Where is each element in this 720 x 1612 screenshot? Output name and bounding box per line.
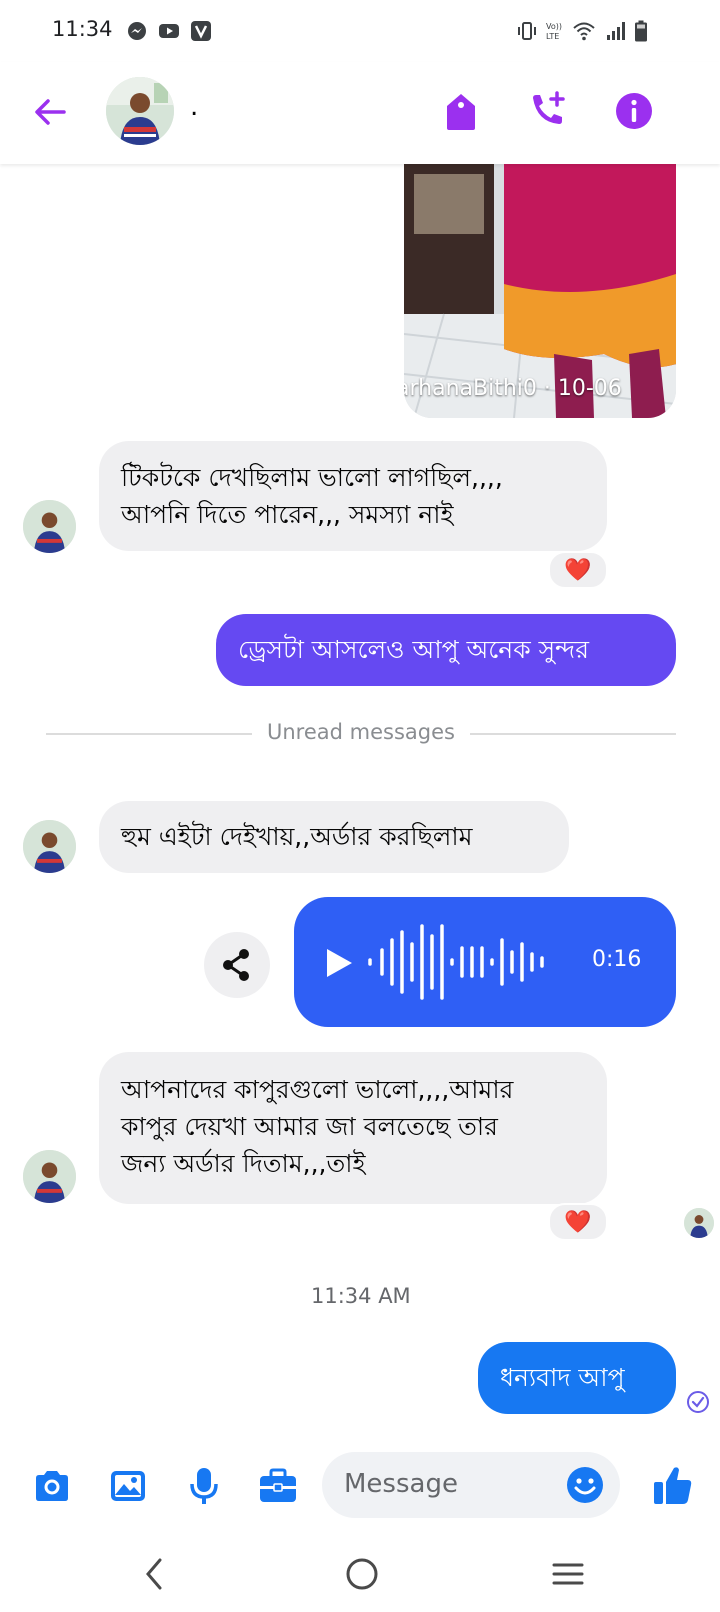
message-text: হুম এইটা দেইখায়,,অর্ডার করছিলাম: [121, 822, 473, 851]
video-watermark: arhanaBithi0 · 10-06: [404, 376, 622, 401]
sender-photo: [23, 820, 76, 873]
seen-avatar: [684, 1208, 714, 1238]
message-text-line: আপনি দিতে পারেন,,, সমস্যা নাই: [121, 500, 454, 529]
heart-reaction[interactable]: ❤️: [548, 1203, 608, 1241]
nav-recents-icon[interactable]: [550, 1556, 586, 1592]
seen-photo: [684, 1208, 714, 1238]
add-call-icon[interactable]: [527, 90, 569, 132]
sender-avatar[interactable]: [23, 820, 76, 873]
battery-icon: [635, 20, 647, 42]
youtube-notification-icon: [159, 24, 179, 38]
message-bubble-outgoing[interactable]: ড্রেসটা আসলেও আপু অনেক সুন্দর: [216, 614, 676, 686]
message-input[interactable]: Message: [322, 1452, 620, 1518]
nav-back-icon[interactable]: [140, 1556, 170, 1592]
divider-line: [470, 733, 676, 735]
sender-avatar[interactable]: [23, 1150, 76, 1203]
contact-name[interactable]: .: [190, 92, 198, 122]
volte-icon: Vo)) LTE: [546, 22, 562, 41]
svg-text:Vo)): Vo)): [546, 22, 562, 31]
contact-photo: [106, 77, 174, 145]
emoji-icon[interactable]: [566, 1466, 604, 1504]
voice-duration: 0:16: [592, 947, 642, 972]
heart-icon: ❤️: [564, 557, 592, 583]
message-text-line: টিকটকে দেখছিলাম ভালো লাগছিল,,,,: [121, 463, 503, 492]
waveform: [368, 924, 544, 1000]
play-icon[interactable]: [324, 947, 354, 979]
svg-text:LTE: LTE: [546, 32, 559, 41]
message-timestamp: 11:34 AM: [311, 1284, 411, 1308]
message-bubble-incoming[interactable]: টিকটকে দেখছিলাম ভালো লাগছিল,,,, আপনি দিত…: [99, 441, 607, 551]
messenger-notification-icon: [128, 22, 146, 40]
gallery-icon[interactable]: [108, 1466, 148, 1506]
wifi-icon: [573, 22, 595, 41]
message-text: ধন্যবাদ আপু: [500, 1363, 625, 1392]
status-time: 11:34: [52, 17, 113, 41]
conversation-header: .: [0, 62, 720, 164]
message-text-line: কাপুর দেয়খা আমার জা বলতেছে তার: [121, 1112, 498, 1141]
camera-icon[interactable]: [32, 1466, 72, 1506]
heart-reaction[interactable]: ❤️: [548, 551, 608, 589]
share-icon: [223, 949, 249, 981]
status-bar: 11:34 Vo)) LTE: [0, 0, 720, 62]
shared-video-thumbnail[interactable]: arhanaBithi0 · 10-06: [404, 164, 676, 418]
sent-check-icon: [687, 1391, 709, 1413]
message-text-line: জন্য অর্ডার দিতাম,,,তাই: [121, 1149, 366, 1178]
message-text: ড্রেসটা আসলেও আপু অনেক সুন্দর: [238, 635, 589, 664]
nav-home-icon[interactable]: [344, 1556, 380, 1592]
heart-icon: ❤️: [564, 1209, 592, 1235]
like-thumb-icon[interactable]: [652, 1464, 694, 1506]
divider-line: [46, 733, 252, 735]
voice-message-bubble[interactable]: 0:16: [294, 897, 676, 1027]
viber-notification-icon: [191, 21, 211, 41]
sender-photo: [23, 500, 76, 553]
sender-photo: [23, 1150, 76, 1203]
microphone-icon[interactable]: [184, 1466, 224, 1506]
message-bubble-incoming[interactable]: হুম এইটা দেইখায়,,অর্ডার করছিলাম: [99, 801, 569, 873]
message-bubble-outgoing[interactable]: ধন্যবাদ আপু: [478, 1342, 676, 1414]
sender-avatar[interactable]: [23, 500, 76, 553]
info-icon[interactable]: [614, 91, 654, 131]
back-arrow-icon[interactable]: [30, 92, 70, 132]
vibrate-icon: [518, 22, 536, 40]
message-bubble-incoming[interactable]: আপনাদের কাপুরগুলো ভালো,,,,আমার কাপুর দেয…: [99, 1052, 607, 1204]
message-input-placeholder: Message: [344, 1469, 458, 1499]
signal-icon: [607, 22, 625, 40]
briefcase-icon[interactable]: [258, 1466, 298, 1506]
message-text-line: আপনাদের কাপুরগুলো ভালো,,,,আমার: [121, 1075, 514, 1104]
tag-icon[interactable]: [444, 92, 478, 132]
contact-avatar[interactable]: [106, 77, 174, 145]
share-button[interactable]: [204, 932, 270, 998]
unread-messages-label: Unread messages: [267, 720, 455, 744]
